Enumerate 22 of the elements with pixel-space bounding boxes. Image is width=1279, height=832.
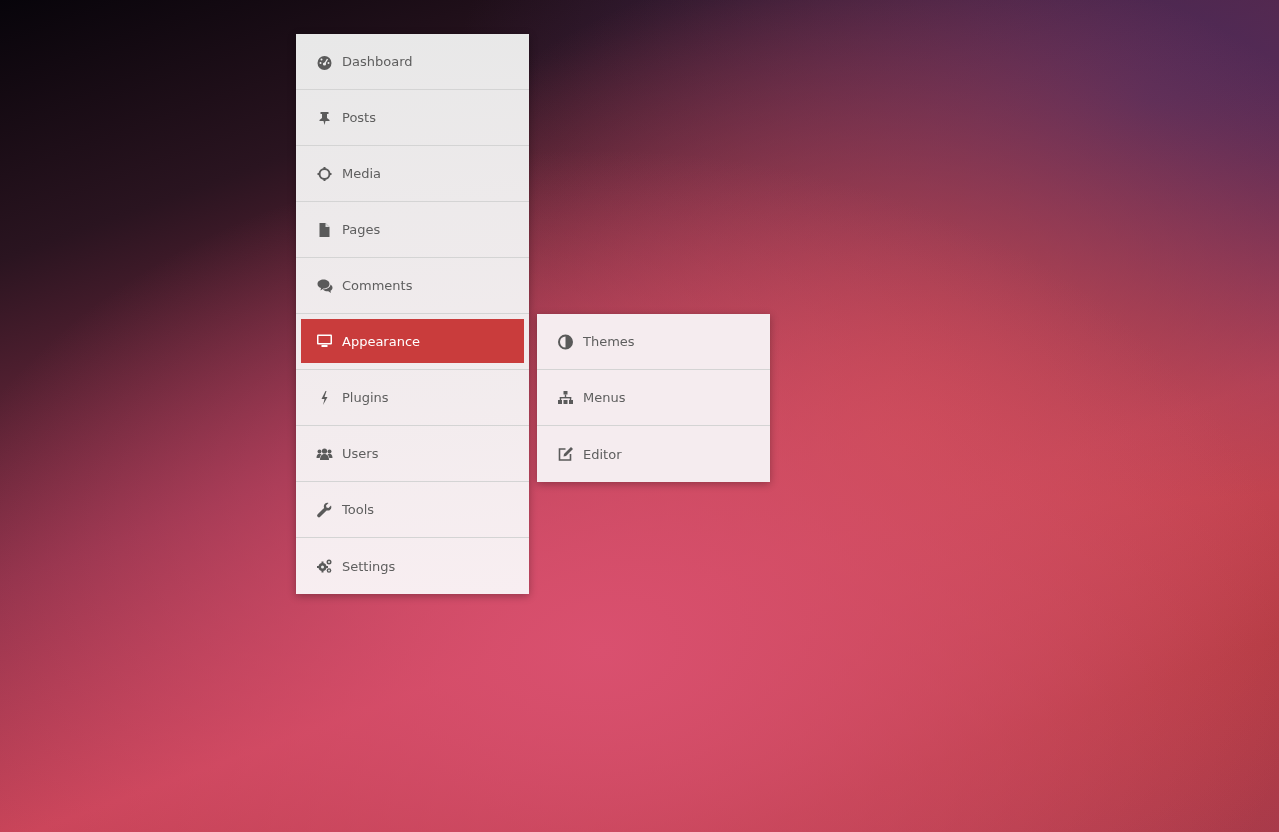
submenu-item[interactable]: Menus bbox=[537, 370, 770, 425]
menu-item[interactable]: Media bbox=[296, 146, 529, 201]
gears-icon bbox=[316, 558, 333, 574]
menu-item[interactable]: Comments bbox=[296, 258, 529, 313]
sitemap-icon bbox=[557, 389, 574, 406]
contrast-icon bbox=[557, 333, 574, 350]
submenu-item[interactable]: Editor bbox=[537, 426, 770, 482]
menu-item[interactable]: Posts bbox=[296, 90, 529, 145]
menu-item[interactable]: Plugins bbox=[296, 370, 529, 425]
gauge-icon bbox=[316, 53, 333, 70]
submenu-item[interactable]: Themes bbox=[537, 314, 770, 369]
edit-icon bbox=[557, 446, 574, 462]
menu-item[interactable]: Pages bbox=[296, 202, 529, 257]
monitor-icon bbox=[316, 333, 333, 349]
menu-item[interactable]: Users bbox=[296, 426, 529, 481]
menu-item[interactable]: Appearance bbox=[301, 319, 524, 363]
wrench-icon bbox=[316, 501, 333, 518]
menu-item[interactable]: Settings bbox=[296, 538, 529, 594]
speech-bubbles-icon bbox=[316, 277, 333, 294]
menu-item[interactable]: Dashboard bbox=[296, 34, 529, 89]
users-icon bbox=[316, 445, 333, 462]
menu-item[interactable]: Tools bbox=[296, 482, 529, 537]
